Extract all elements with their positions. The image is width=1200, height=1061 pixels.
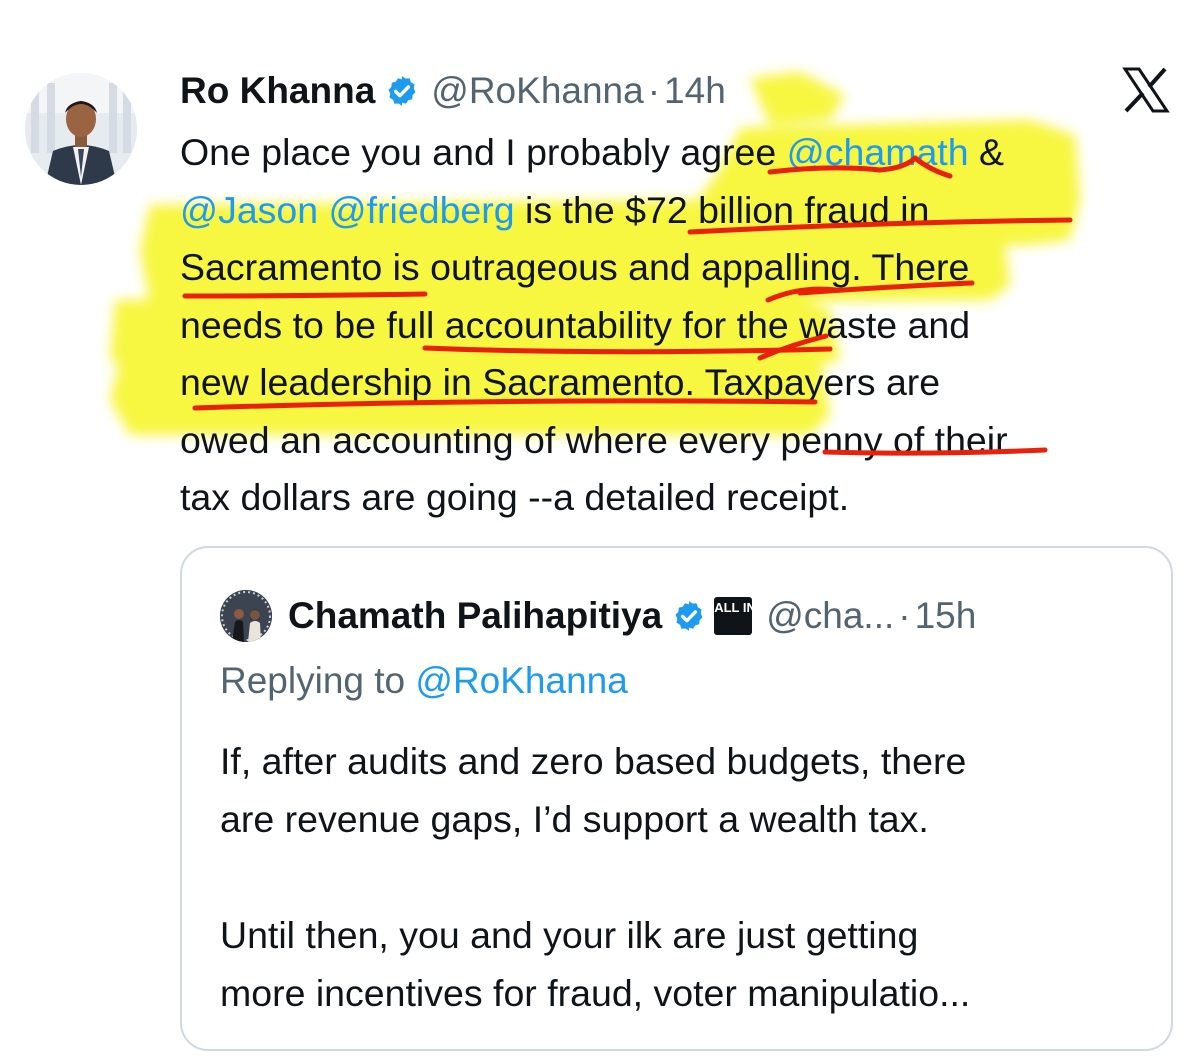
tweet-text-segment: owed an accounting of where every penny … [180,418,1008,461]
tweet-text-line: new leadership in Sacramento. Taxpayers … [180,354,1180,412]
highlight-stroke [750,72,845,125]
tweet-text-segment: One place you and I probably agree [180,131,787,173]
quoted-tweet-text: If, after audits and zero based budgets,… [220,732,1150,1022]
quoted-tweet-time[interactable]: 15h [915,595,977,637]
tweet-text-line: One place you and I probably agree @cham… [180,124,1180,182]
header-separator: · [647,70,661,111]
tweet-text-segment: is the $72 billion fraud in [514,188,930,231]
quoted-text-line: are revenue gaps, I’d support a wealth t… [220,798,929,840]
quoted-author-name[interactable]: Chamath Palihapitiya [288,595,662,637]
tweet-text-line: Sacramento is outrageous and appalling. … [180,239,1180,297]
verified-badge-icon [388,76,416,106]
quoted-header-separator: · [898,595,911,636]
quoted-author-handle[interactable]: @cha... [766,595,894,637]
affiliate-badge-icon[interactable]: ALL IN [714,597,756,635]
x-logo-icon[interactable] [1122,66,1170,114]
quoted-avatar-photo [220,590,272,642]
quoted-text-line: Until then, you and your ilk are just ge… [220,914,919,956]
author-avatar[interactable] [25,73,137,185]
quoted-author-avatar[interactable] [220,590,272,642]
tweet-text-segment: tax dollars are going --a detailed recei… [180,476,850,518]
replying-to-line: Replying to @RoKhanna [220,660,628,702]
author-name[interactable]: Ro Khanna [180,70,375,112]
author-handle[interactable]: @RoKhanna [431,70,643,112]
quoted-tweet-card[interactable]: Chamath Palihapitiya ALL IN @cha... · 15… [180,546,1173,1051]
quoted-verified-badge-icon [675,601,703,631]
tweet-text-line: @Jason @friedberg is the $72 billion fra… [180,182,1180,240]
replying-to-label: Replying to [220,660,416,701]
tweet-text-segment: & [968,131,1005,173]
tweet-text: One place you and I probably agree @cham… [180,124,1180,527]
quoted-tweet-header: Chamath Palihapitiya ALL IN @cha... · 15… [288,588,976,644]
tweet-header: Ro Khanna @RoKhanna · 14h [180,66,726,116]
tweet-text-segment: needs to be full accountability for the … [180,303,971,346]
quoted-text-line: more incentives for fraud, voter manipul… [220,972,971,1014]
tweet-time[interactable]: 14h [664,70,726,112]
tweet-text-line: owed an accounting of where every penny … [180,412,1180,470]
tweet-text-segment: new leadership in Sacramento. Taxpayers … [180,361,941,403]
mention-link[interactable]: @chamath [787,131,969,173]
quoted-text-line: If, after audits and zero based budgets,… [220,740,967,782]
tweet-text-segment: Sacramento is outrageous and appalling. … [180,246,970,288]
avatar-photo [25,73,137,185]
tweet-text-line: tax dollars are going --a detailed recei… [180,469,1180,527]
mention-link[interactable]: @Jason @friedberg [180,189,515,231]
replying-to-handle[interactable]: @RoKhanna [415,660,627,701]
tweet-text-line: needs to be full accountability for the … [180,297,1180,355]
